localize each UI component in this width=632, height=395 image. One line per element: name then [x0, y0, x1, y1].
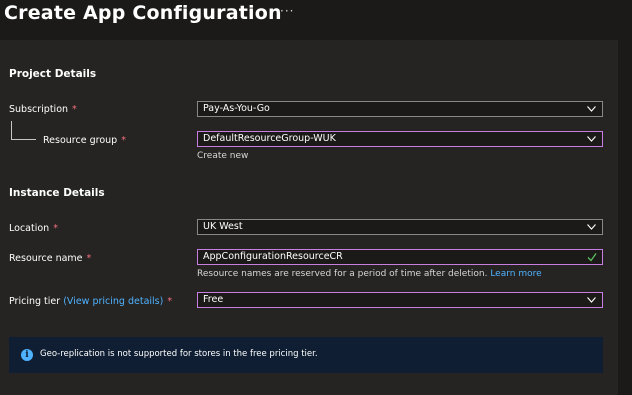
subscription-label: Subscription * [9, 104, 77, 115]
page-title: Create App Configuration [4, 2, 282, 24]
resource-name-hint: Resource names are reserved for a period… [197, 269, 542, 279]
location-label-text: Location [9, 223, 50, 234]
chevron-down-icon [587, 224, 596, 230]
resource-name-label-text: Resource name [9, 253, 83, 264]
resource-name-label: Resource name * [9, 253, 91, 264]
info-icon: i [21, 349, 33, 361]
required-marker: * [72, 104, 77, 115]
checkmark-icon [587, 253, 597, 262]
pricing-tier-select[interactable]: Free [197, 292, 603, 308]
resource-name-value: AppConfigurationResourceCR [203, 251, 343, 262]
pricing-tier-label-text: Pricing tier [9, 296, 61, 307]
info-banner-text: Geo-replication is not supported for sto… [40, 349, 318, 359]
required-marker: * [121, 135, 126, 146]
location-select[interactable]: UK West [197, 219, 603, 235]
resource-group-select[interactable]: DefaultResourceGroup-WUK [197, 131, 603, 147]
subscription-label-text: Subscription [9, 104, 69, 115]
more-options-icon[interactable]: ··· [280, 4, 294, 18]
location-label: Location * [9, 223, 58, 234]
subscription-select[interactable]: Pay-As-You-Go [197, 101, 603, 117]
resource-group-value: DefaultResourceGroup-WUK [203, 133, 336, 144]
subscription-value: Pay-As-You-Go [203, 103, 270, 114]
view-pricing-details-link[interactable]: (View pricing details) [63, 296, 163, 307]
required-marker: * [167, 296, 173, 307]
tree-connector [11, 121, 36, 140]
pricing-tier-label: Pricing tier (View pricing details) * [9, 296, 172, 307]
chevron-down-icon [587, 106, 596, 112]
chevron-down-icon [587, 136, 596, 142]
learn-more-link[interactable]: Learn more [490, 269, 541, 279]
required-marker: * [53, 223, 58, 234]
project-details-heading: Project Details [9, 68, 97, 80]
resource-name-hint-text: Resource names are reserved for a period… [197, 269, 488, 279]
pricing-tier-value: Free [203, 294, 224, 305]
location-value: UK West [203, 221, 243, 232]
instance-details-heading: Instance Details [9, 187, 105, 199]
info-banner: i Geo-replication is not supported for s… [9, 337, 603, 373]
resource-name-input[interactable]: AppConfigurationResourceCR [197, 249, 603, 265]
chevron-down-icon [587, 297, 596, 303]
resource-group-label-text: Resource group [43, 135, 118, 146]
create-new-link[interactable]: Create new [197, 151, 248, 161]
resource-group-label: Resource group * [43, 135, 126, 146]
required-marker: * [86, 253, 92, 264]
